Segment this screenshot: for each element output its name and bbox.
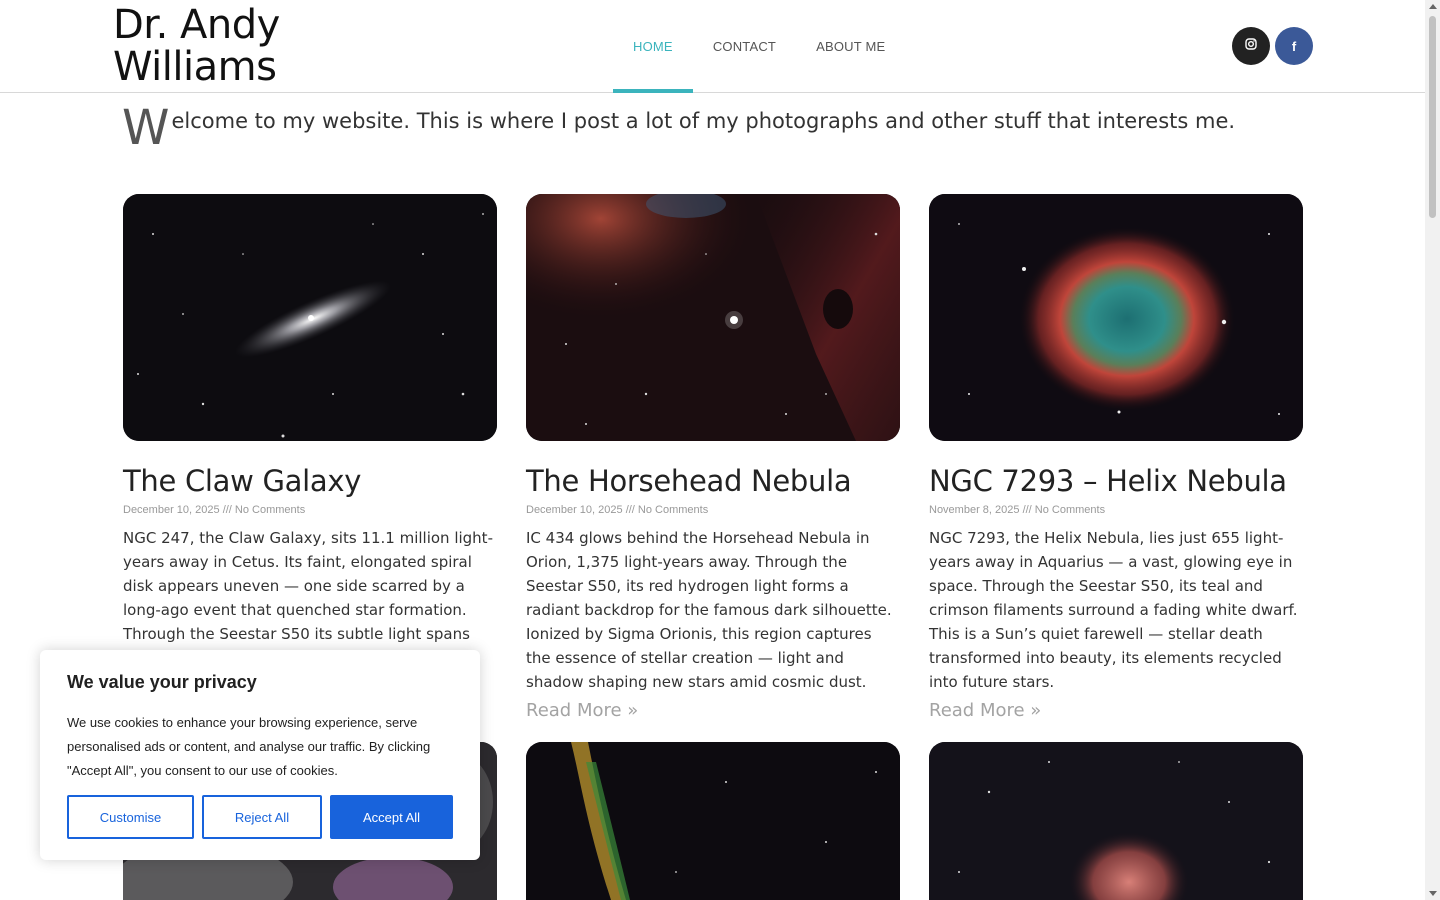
scroll-up-arrow-icon[interactable] bbox=[1429, 4, 1437, 9]
cookie-title: We value your privacy bbox=[67, 672, 257, 692]
page-scrollbar[interactable] bbox=[1425, 0, 1440, 900]
post-date: December 10, 2025 bbox=[526, 504, 623, 516]
read-more-link[interactable]: Read More » bbox=[526, 700, 900, 721]
post-comments-link[interactable]: No Comments bbox=[638, 504, 708, 516]
post-excerpt: NGC 7293, the Helix Nebula, lies just 65… bbox=[929, 529, 1298, 691]
post-excerpt: NGC 247, the Claw Galaxy, sits 11.1 mill… bbox=[123, 529, 493, 667]
intro-dropcap: W bbox=[122, 100, 170, 156]
read-more-link[interactable]: Read More » bbox=[929, 700, 1303, 721]
post-thumbnail-claw-galaxy[interactable] bbox=[123, 194, 497, 441]
post-title[interactable]: The Claw Galaxy bbox=[123, 464, 497, 498]
nav-item-about-me[interactable]: ABOUT ME bbox=[796, 0, 905, 92]
instagram-button[interactable] bbox=[1232, 27, 1270, 65]
site-header: Dr. Andy Williams HOME CONTACT ABOUT ME … bbox=[0, 0, 1425, 93]
post-thumbnail-horsehead-nebula[interactable] bbox=[526, 194, 900, 441]
reject-all-button[interactable]: Reject All bbox=[202, 795, 322, 839]
post-meta: December 10, 2025 /// No Comments bbox=[526, 504, 900, 516]
post-card bbox=[526, 742, 900, 900]
meta-separator: /// bbox=[625, 504, 635, 516]
site-title[interactable]: Dr. Andy Williams bbox=[113, 4, 313, 88]
nav-item-home[interactable]: HOME bbox=[613, 0, 693, 93]
cookie-text: We use cookies to enhance your browsing … bbox=[67, 715, 431, 778]
post-card bbox=[929, 742, 1303, 900]
post-comments-link[interactable]: No Comments bbox=[235, 504, 305, 516]
post-date: November 8, 2025 bbox=[929, 504, 1020, 516]
scroll-down-arrow-icon[interactable] bbox=[1429, 891, 1437, 896]
instagram-icon bbox=[1245, 37, 1257, 55]
post-thumbnail[interactable] bbox=[929, 742, 1303, 900]
main-nav: HOME CONTACT ABOUT ME bbox=[613, 0, 905, 93]
nav-item-contact[interactable]: CONTACT bbox=[693, 0, 796, 92]
intro-text: elcome to my website. This is where I po… bbox=[171, 109, 1236, 133]
post-title[interactable]: NGC 7293 – Helix Nebula bbox=[929, 464, 1303, 498]
cookie-consent-banner: We value your privacy We use cookies to … bbox=[40, 650, 480, 860]
post-meta: December 10, 2025 /// No Comments bbox=[123, 504, 497, 516]
post-comments-link[interactable]: No Comments bbox=[1035, 504, 1105, 516]
post-card: NGC 7293 – Helix Nebula November 8, 2025… bbox=[929, 194, 1303, 721]
post-thumbnail[interactable] bbox=[526, 742, 900, 900]
facebook-button[interactable]: f bbox=[1275, 27, 1313, 65]
post-thumbnail-helix-nebula[interactable] bbox=[929, 194, 1303, 441]
post-meta: November 8, 2025 /// No Comments bbox=[929, 504, 1303, 516]
meta-separator: /// bbox=[1022, 504, 1032, 516]
post-title[interactable]: The Horsehead Nebula bbox=[526, 464, 900, 498]
post-card: The Claw Galaxy December 10, 2025 /// No… bbox=[123, 194, 497, 670]
facebook-icon: f bbox=[1291, 38, 1297, 54]
meta-separator: /// bbox=[222, 504, 232, 516]
accept-all-button[interactable]: Accept All bbox=[330, 795, 453, 839]
post-card: The Horsehead Nebula December 10, 2025 /… bbox=[526, 194, 900, 721]
intro-paragraph: Welcome to my website. This is where I p… bbox=[122, 104, 1235, 152]
customise-button[interactable]: Customise bbox=[67, 795, 194, 839]
scrollbar-thumb[interactable] bbox=[1429, 16, 1436, 218]
post-excerpt: IC 434 glows behind the Horsehead Nebula… bbox=[526, 529, 892, 691]
cookie-buttons: Customise Reject All Accept All bbox=[67, 795, 453, 839]
post-date: December 10, 2025 bbox=[123, 504, 220, 516]
